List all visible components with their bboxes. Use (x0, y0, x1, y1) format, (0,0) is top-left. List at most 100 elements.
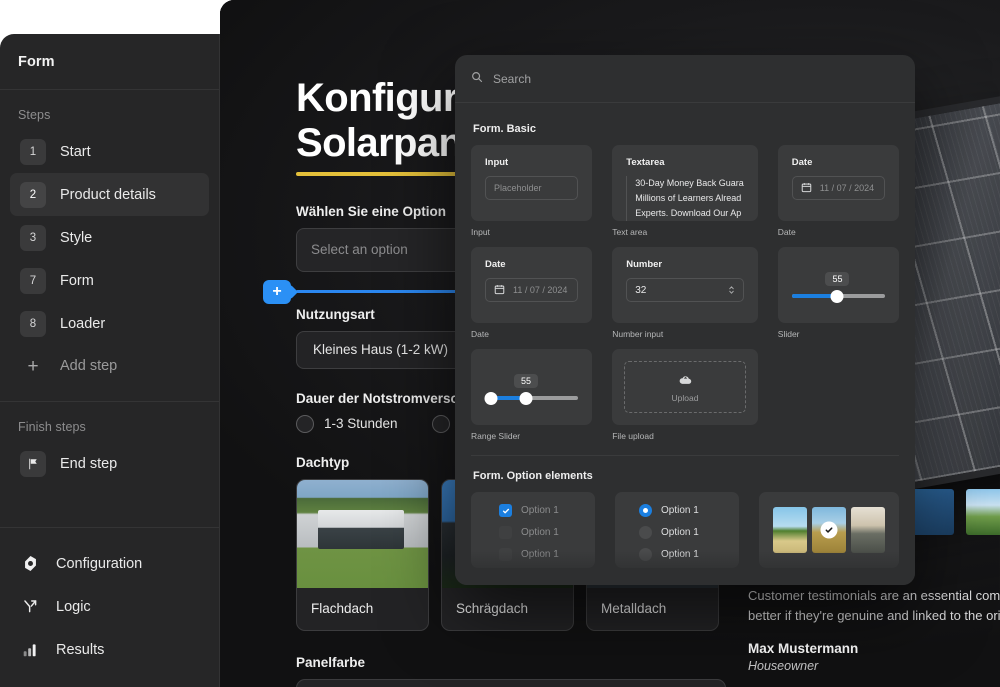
sidebar-finish-heading: Finish steps (18, 420, 86, 434)
picker-item-date-2[interactable]: Date 11 / 07 / 2024 Date (471, 247, 593, 339)
picker-date2-label: Date (485, 259, 506, 270)
range-slider-track[interactable] (484, 391, 579, 405)
slider-control: 55 (791, 272, 885, 303)
picker-item-input[interactable]: Input Placeholder Input (471, 145, 593, 237)
picker-tile-number: Number 32 (612, 247, 758, 323)
cloud-upload-icon (679, 372, 692, 390)
checkbox-option-2[interactable]: Option 1 (499, 548, 581, 561)
picker-tile-date-1: Date 11 / 07 / 2024 (777, 145, 899, 221)
picker-body: Form. Basic Input Placeholder Input Text… (455, 103, 915, 568)
picker-group-options-title: Form. Option elements (473, 470, 593, 482)
picker-group-basic-title: Form. Basic (473, 123, 536, 135)
color-option-schwarz[interactable]: Schwarz (296, 678, 726, 687)
radio-option-0-label: Option 1 (661, 505, 699, 516)
picker-textarea-line-2: Experts. Download Our Ap (635, 207, 742, 218)
color-field-label: Panelfarbe (296, 654, 366, 670)
radio-unselected-icon (639, 548, 652, 561)
radio-option-1-label: Option 1 (661, 527, 699, 538)
radio-option-1[interactable]: Option 1 (639, 526, 725, 539)
image-option-0[interactable] (773, 507, 807, 553)
picker-item-file-upload[interactable]: Upload File upload (612, 349, 758, 441)
sidebar-item-configuration[interactable]: Configuration (10, 542, 209, 585)
radio-option-2-label: Option 1 (661, 549, 699, 560)
checkbox-option-0-label: Option 1 (521, 505, 559, 516)
sidebar-item-start[interactable]: 1 Start (10, 130, 209, 173)
file-upload-dropzone[interactable]: Upload (624, 361, 746, 413)
step-number-badge: 3 (20, 224, 46, 251)
image-option-1[interactable] (812, 507, 846, 553)
picker-item-checkbox[interactable]: Option 1 Option 1 Option 1 (471, 492, 595, 568)
usage-chip-0[interactable]: Kleines Haus (1-2 kW) (296, 330, 466, 369)
calendar-icon (801, 182, 812, 195)
checkbox-option-0[interactable]: Option 1 (499, 504, 581, 517)
sidebar-item-style[interactable]: 3 Style (10, 216, 209, 259)
color-field-group: Panelfarbe Schwarz (296, 655, 726, 687)
calendar-icon (494, 284, 505, 297)
picker-item-textarea[interactable]: Textarea 30-Day Money Back Guara Million… (612, 145, 758, 237)
sidebar-item-label: Product details (60, 186, 156, 203)
picker-date1-label: Date (791, 157, 813, 168)
radio-option-2[interactable]: Option 1 (639, 548, 725, 561)
range-slider-control: 55 (484, 374, 579, 405)
image-option-2[interactable] (851, 507, 885, 553)
picker-search-bar[interactable]: Search (455, 55, 915, 103)
backup-radio-0[interactable]: 1-3 Stunden (296, 414, 398, 433)
picker-textarea-line-1: Millions of Learners Alread (635, 192, 742, 203)
step-number-badge: 7 (20, 267, 46, 294)
picker-textarea-field: 30-Day Money Back Guara Millions of Lear… (626, 176, 744, 221)
radio-option-0[interactable]: Option 1 (639, 504, 725, 517)
sidebar-item-results[interactable]: Results (10, 628, 209, 671)
search-icon (471, 70, 483, 88)
roof-card-label-1: Schrägdach (456, 601, 529, 617)
picker-tile-date-2: Date 11 / 07 / 2024 (471, 247, 593, 323)
picker-textarea-label: Textarea (626, 157, 665, 168)
picker-date2-value: 11 / 07 / 2024 (513, 285, 568, 295)
testimonial-author-role: Houseowner (748, 659, 819, 673)
picker-number-field: 32 (626, 278, 744, 302)
sidebar-item-product-details[interactable]: 2 Product details (10, 173, 209, 216)
stepper-arrows-icon (728, 284, 735, 296)
sidebar-item-loader[interactable]: 8 Loader (10, 302, 209, 345)
range-slider-thumb-high[interactable] (519, 391, 533, 405)
picker-caption-textarea: Text area (612, 227, 648, 237)
component-picker-panel: Search Form. Basic Input Placeholder Inp… (455, 55, 915, 585)
add-step-label: Add step (60, 358, 118, 374)
sidebar-footer-label: Configuration (56, 555, 143, 572)
picker-caption-number: Number input (612, 329, 664, 339)
roof-card-label-0: Flachdach (311, 601, 374, 617)
picker-input-field: Placeholder (485, 176, 579, 200)
gallery-thumb-1[interactable] (966, 489, 1000, 535)
sidebar-header: Form (0, 34, 219, 90)
add-step-button[interactable]: + Add step (10, 345, 209, 387)
step-number-badge: 2 (20, 181, 46, 208)
picker-item-range-slider[interactable]: 55 Range Slider (471, 349, 593, 441)
sidebar-item-label: End step (60, 455, 118, 472)
picker-item-radio[interactable]: Option 1 Option 1 Option 1 (615, 492, 739, 568)
picker-item-slider[interactable]: 55 Slider (777, 247, 899, 339)
check-badge-icon (820, 521, 838, 539)
picker-item-image-options[interactable] (759, 492, 899, 568)
picker-item-date-1[interactable]: Date 11 / 07 / 2024 Date (777, 145, 899, 237)
checkbox-option-1[interactable]: Option 1 (499, 526, 581, 539)
radio-circle-icon (431, 414, 450, 433)
picker-item-number[interactable]: Number 32 Number input (612, 247, 758, 339)
sidebar-item-end-step[interactable]: End step (10, 442, 209, 485)
picker-date1-value: 11 / 07 / 2024 (819, 183, 875, 193)
radio-circle-icon (296, 414, 314, 433)
picker-date2-field: 11 / 07 / 2024 (485, 278, 579, 302)
sidebar-item-form[interactable]: 7 Form (10, 259, 209, 302)
picker-number-value: 32 (635, 284, 647, 296)
backup-radio-0-label: 1-3 Stunden (324, 416, 398, 432)
add-block-button[interactable]: + (263, 279, 291, 304)
sidebar-item-logic[interactable]: Logic (10, 585, 209, 628)
range-slider-thumb-low[interactable] (484, 391, 498, 405)
roof-card-flachdach[interactable]: Flachdach (296, 478, 429, 631)
bar-chart-icon (20, 640, 40, 660)
slider-track[interactable] (791, 289, 885, 303)
plus-icon: + (27, 355, 39, 377)
select-placeholder: Select an option (311, 242, 408, 258)
slider-thumb[interactable] (830, 289, 844, 303)
picker-tile-slider: 55 (777, 247, 899, 323)
picker-caption-input: Input (471, 227, 490, 237)
picker-tile-image-options (759, 492, 899, 568)
